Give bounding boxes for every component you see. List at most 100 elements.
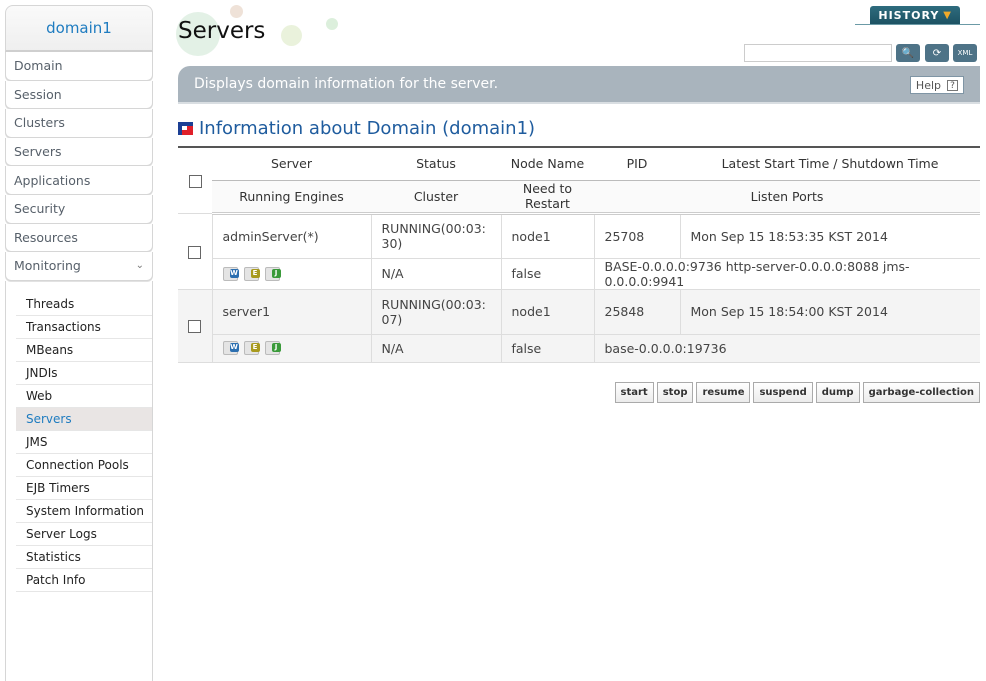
history-button[interactable]: HISTORY ▼ bbox=[870, 6, 960, 24]
search-input[interactable] bbox=[744, 44, 892, 62]
start-button[interactable]: start bbox=[614, 382, 654, 403]
select-all-checkbox[interactable] bbox=[188, 174, 202, 188]
table-row[interactable]: server1 RUNNING(00:03:07) node1 25848 Mo… bbox=[178, 288, 980, 363]
col-pid[interactable]: PID bbox=[594, 146, 680, 181]
sidebar-item-label: Security bbox=[14, 201, 66, 217]
stop-button[interactable]: stop bbox=[656, 382, 694, 403]
decor-bubble bbox=[281, 25, 302, 46]
history-underline bbox=[855, 24, 980, 25]
section-flag-icon bbox=[178, 122, 193, 135]
col-server[interactable]: Server bbox=[212, 146, 371, 181]
latest-time: Mon Sep 15 18:54:00 KST 2014 bbox=[679, 288, 980, 335]
sidebar-item-label: Monitoring bbox=[14, 258, 81, 274]
decor-bubble bbox=[326, 18, 338, 30]
ejb-engine-icon[interactable]: E bbox=[243, 266, 260, 281]
search-icon[interactable]: 🔍 bbox=[896, 44, 920, 62]
table-subrow: W E J N/A false base-0.0.0.0:19736 bbox=[178, 333, 980, 363]
server-name[interactable]: adminServer(*) bbox=[211, 212, 372, 259]
server-name[interactable]: server1 bbox=[211, 288, 372, 335]
server-status: RUNNING(00:03:07) bbox=[370, 288, 502, 335]
section-title-text: Information about Domain (domain1) bbox=[199, 118, 536, 139]
web-engine-icon[interactable]: W bbox=[222, 266, 239, 281]
refresh-icon[interactable]: ⟳ bbox=[925, 44, 949, 62]
sidebar-item-label: Session bbox=[14, 86, 62, 102]
help-label: Help bbox=[915, 78, 941, 92]
submenu-item-patch-info[interactable]: Patch Info bbox=[16, 569, 152, 592]
sidebar-item-session[interactable]: Session bbox=[5, 80, 153, 110]
chevron-down-icon: ▼ bbox=[943, 9, 952, 21]
page-title: Servers bbox=[178, 18, 266, 44]
col-status[interactable]: Status bbox=[371, 146, 501, 181]
resume-button[interactable]: resume bbox=[696, 382, 751, 403]
pid: 25708 bbox=[593, 212, 681, 259]
col-running-engines: Running Engines bbox=[212, 180, 371, 215]
col-node-name[interactable]: Node Name bbox=[501, 146, 594, 181]
need-restart: false bbox=[500, 333, 595, 363]
sidebar-item-applications[interactable]: Applications bbox=[5, 166, 153, 195]
running-engines: W E J bbox=[211, 333, 372, 363]
jms-engine-icon[interactable]: J bbox=[264, 266, 281, 281]
col-cluster: Cluster bbox=[371, 180, 501, 215]
sidebar-item-label: Domain bbox=[14, 58, 63, 74]
garbage-collection-button[interactable]: garbage-collection bbox=[862, 382, 980, 403]
table-row[interactable]: adminServer(*) RUNNING(00:03:30) node1 2… bbox=[178, 212, 980, 290]
sidebar-item-label: Servers bbox=[14, 144, 62, 160]
cluster: N/A bbox=[370, 333, 502, 363]
listen-ports: base-0.0.0.0:19736 bbox=[593, 333, 980, 363]
banner-text: Displays domain information for the serv… bbox=[194, 76, 499, 92]
submenu-item-server-logs[interactable]: Server Logs bbox=[16, 523, 152, 546]
col-latest-time[interactable]: Latest Start Time / Shutdown Time bbox=[680, 146, 980, 181]
help-button[interactable]: Help ? bbox=[909, 76, 964, 94]
submenu-item-jndis[interactable]: JNDIs bbox=[16, 362, 152, 385]
col-listen-ports: Listen Ports bbox=[594, 180, 980, 215]
submenu-item-threads[interactable]: Threads bbox=[16, 293, 152, 316]
submenu-item-transactions[interactable]: Transactions bbox=[16, 316, 152, 339]
sidebar: domain1 Domain Session Clusters Servers … bbox=[5, 5, 153, 681]
table-subrow: W E J N/A false BASE-0.0.0.0:9736 http-s… bbox=[178, 257, 980, 290]
sidebar-item-label: Applications bbox=[14, 172, 91, 188]
need-restart: false bbox=[500, 257, 595, 290]
domain-header[interactable]: domain1 bbox=[5, 5, 153, 52]
web-engine-icon[interactable]: W bbox=[222, 341, 239, 355]
submenu-item-mbeans[interactable]: MBeans bbox=[16, 339, 152, 362]
node-name: node1 bbox=[500, 288, 595, 335]
history-label: HISTORY bbox=[878, 8, 940, 22]
action-buttons: start stop resume suspend dump garbage-c… bbox=[614, 382, 980, 403]
ejb-engine-icon[interactable]: E bbox=[243, 341, 260, 355]
submenu-item-jms[interactable]: JMS bbox=[16, 431, 152, 454]
pid: 25848 bbox=[593, 288, 681, 335]
row-checkbox[interactable] bbox=[188, 320, 202, 333]
description-banner: Displays domain information for the serv… bbox=[178, 66, 980, 104]
sidebar-item-label: Clusters bbox=[14, 115, 65, 131]
servers-table: Server Status Node Name PID Latest Start… bbox=[178, 146, 980, 363]
submenu-item-connection-pools[interactable]: Connection Pools bbox=[16, 454, 152, 477]
submenu-item-system-information[interactable]: System Information bbox=[16, 500, 152, 523]
sidebar-item-security[interactable]: Security bbox=[5, 194, 153, 224]
sidebar-item-clusters[interactable]: Clusters bbox=[5, 109, 153, 138]
chevron-down-icon[interactable]: ⌄ bbox=[136, 260, 144, 271]
submenu-item-web[interactable]: Web bbox=[16, 385, 152, 408]
submenu-item-ejb-timers[interactable]: EJB Timers bbox=[16, 477, 152, 500]
domain-name: domain1 bbox=[46, 19, 112, 37]
suspend-button[interactable]: suspend bbox=[753, 382, 813, 403]
server-status: RUNNING(00:03:30) bbox=[370, 212, 502, 259]
sidebar-item-resources[interactable]: Resources bbox=[5, 223, 153, 253]
row-checkbox[interactable] bbox=[188, 245, 202, 259]
section-title: Information about Domain (domain1) bbox=[178, 118, 535, 139]
cluster: N/A bbox=[370, 257, 502, 290]
dump-button[interactable]: dump bbox=[815, 382, 860, 403]
select-all-cell bbox=[178, 146, 212, 213]
monitoring-submenu: Threads Transactions MBeans JNDIs Web Se… bbox=[5, 280, 153, 681]
sidebar-item-domain[interactable]: Domain bbox=[5, 52, 153, 81]
col-need-restart: Need to Restart bbox=[501, 180, 594, 215]
decor-bubble bbox=[230, 5, 243, 18]
sidebar-item-servers[interactable]: Servers bbox=[5, 137, 153, 167]
running-engines: W E J bbox=[211, 257, 372, 290]
submenu-item-servers[interactable]: Servers bbox=[16, 407, 152, 431]
submenu-item-statistics[interactable]: Statistics bbox=[16, 546, 152, 569]
listen-ports: BASE-0.0.0.0:9736 http-server-0.0.0.0:80… bbox=[593, 257, 980, 290]
jms-engine-icon[interactable]: J bbox=[264, 341, 281, 355]
row-select-cell bbox=[178, 288, 213, 363]
xml-export-icon[interactable]: XML bbox=[953, 44, 977, 62]
sidebar-item-monitoring[interactable]: Monitoring ⌄ bbox=[5, 252, 153, 281]
